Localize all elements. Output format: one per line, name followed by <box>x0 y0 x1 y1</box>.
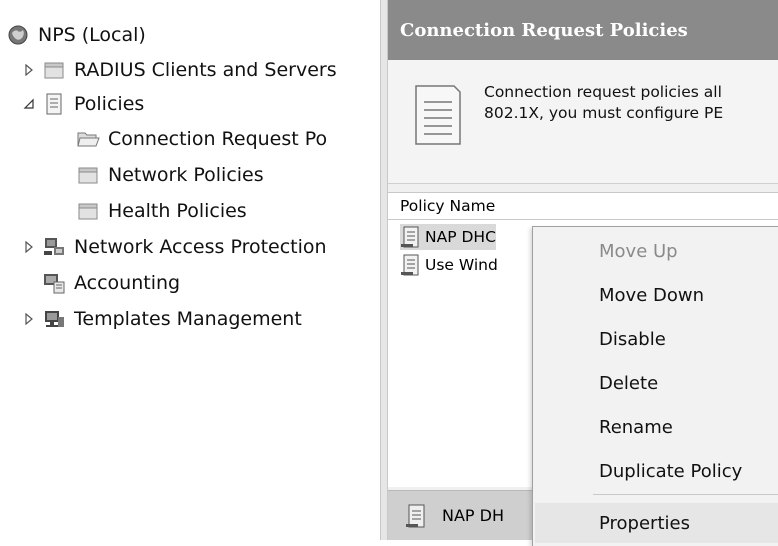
network-access-protection-icon <box>42 235 66 259</box>
open-folder-icon <box>76 127 100 151</box>
pane-title: Connection Request Policies <box>388 0 778 60</box>
templates-icon <box>42 307 66 331</box>
menu-item-duplicate-policy[interactable]: Duplicate Policy <box>535 451 778 491</box>
policy-name: NAP DHC <box>425 228 496 246</box>
tree-node-nps-local[interactable]: NPS (Local) <box>6 20 146 50</box>
policy-row[interactable]: NAP DHC <box>400 224 496 250</box>
collapse-arrow-icon[interactable] <box>22 97 36 111</box>
description-line: 802.1X, you must configure PE <box>484 104 724 122</box>
expand-arrow-icon[interactable] <box>22 240 36 254</box>
policy-icon <box>400 225 422 249</box>
console-tree: NPS (Local) RADIUS Clients and Servers P… <box>0 0 380 540</box>
expand-arrow-icon[interactable] <box>22 312 36 326</box>
tree-label: Network Policies <box>108 164 264 186</box>
folder-icon <box>42 58 66 82</box>
policy-document-icon <box>42 92 66 116</box>
tree-label: Network Access Protection <box>74 236 327 258</box>
tree-node-templates-management[interactable]: Templates Management <box>22 304 302 334</box>
folder-icon <box>76 163 100 187</box>
tree-label: Connection Request Po <box>108 128 328 150</box>
nps-server-icon <box>6 23 30 47</box>
menu-item-delete[interactable]: Delete <box>535 363 778 403</box>
context-menu: Move Up Move Down Disable Delete Rename … <box>532 226 778 546</box>
tree-node-network-policies[interactable]: Network Policies <box>76 160 264 190</box>
tree-node-radius-clients[interactable]: RADIUS Clients and Servers <box>22 55 337 85</box>
tree-label: Templates Management <box>74 308 302 330</box>
description-line: Connection request policies all <box>484 83 722 101</box>
tree-label: Health Policies <box>108 200 247 222</box>
menu-item-move-up[interactable]: Move Up <box>535 231 778 271</box>
tree-node-network-access-protection[interactable]: Network Access Protection <box>22 232 327 262</box>
policy-icon <box>400 253 422 277</box>
tree-node-connection-request-policies[interactable]: Connection Request Po <box>76 124 327 154</box>
column-header-policy-name[interactable]: Policy Name <box>388 192 778 220</box>
menu-item-rename[interactable]: Rename <box>535 407 778 447</box>
tree-node-health-policies[interactable]: Health Policies <box>76 196 247 226</box>
tree-node-accounting[interactable]: Accounting <box>42 268 180 298</box>
tree-label: RADIUS Clients and Servers <box>74 59 337 81</box>
selected-policy-name: NAP DH <box>442 506 504 525</box>
menu-item-properties[interactable]: Properties <box>535 503 778 543</box>
menu-item-disable[interactable]: Disable <box>535 319 778 359</box>
tree-label: Accounting <box>74 272 181 294</box>
policy-document-icon <box>408 80 466 150</box>
menu-item-move-down[interactable]: Move Down <box>535 275 778 315</box>
tree-label: NPS (Local) <box>38 24 146 46</box>
tree-label: Policies <box>74 93 145 115</box>
expand-arrow-icon[interactable] <box>22 63 36 77</box>
folder-icon <box>76 199 100 223</box>
description-area: Connection request policies all 802.1X, … <box>388 60 778 184</box>
pane-splitter[interactable] <box>380 0 388 540</box>
policy-row[interactable]: Use Wind <box>400 252 498 278</box>
policy-name: Use Wind <box>425 256 498 274</box>
policy-icon <box>404 503 428 529</box>
menu-separator <box>593 494 778 495</box>
description-text: Connection request policies all 802.1X, … <box>484 82 778 124</box>
tree-node-policies[interactable]: Policies <box>22 89 144 119</box>
accounting-icon <box>42 271 66 295</box>
